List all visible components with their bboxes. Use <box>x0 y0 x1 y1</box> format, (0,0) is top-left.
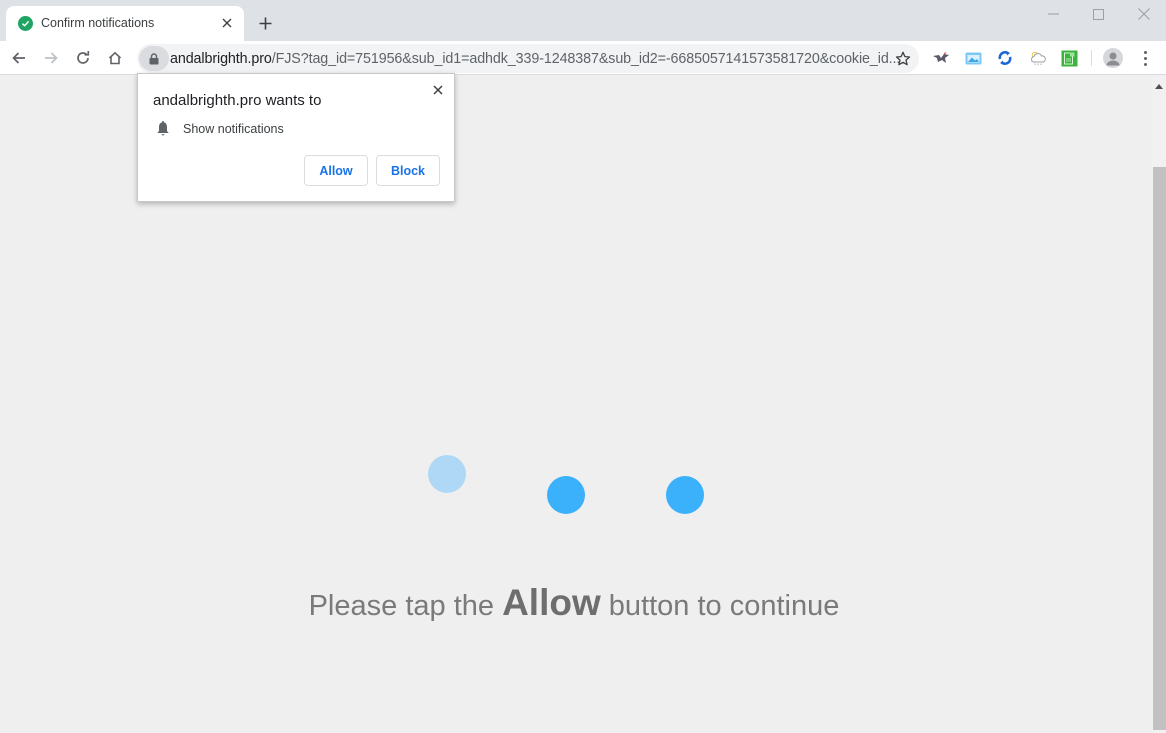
url-text[interactable]: andalbrighth.pro/FJS?tag_id=751956&sub_i… <box>170 51 900 67</box>
extension-image-icon <box>965 52 981 65</box>
block-button[interactable]: Block <box>376 155 440 186</box>
prompt-title: andalbrighth.pro wants to <box>153 92 322 109</box>
extension-bird-button[interactable] <box>931 49 951 67</box>
url-path: /FJS?tag_id=751956&sub_id1=adhdk_339-124… <box>271 51 901 67</box>
minimize-button[interactable] <box>1031 0 1076 28</box>
instruction-message: Please tap the Allow button to continue <box>0 582 1148 624</box>
new-tab-button[interactable] <box>254 12 276 34</box>
plus-icon <box>259 17 271 29</box>
extension-sync-button[interactable] <box>995 49 1015 67</box>
loader-dot-2 <box>547 476 585 514</box>
tab-strip: Confirm notifications <box>0 0 1166 41</box>
arrow-left-icon <box>12 52 25 64</box>
bell-icon <box>157 121 169 136</box>
extension-weather-icon <box>1031 51 1046 65</box>
kebab-dot <box>1143 62 1147 66</box>
loader-dot-1 <box>428 455 466 493</box>
maximize-icon <box>1093 8 1104 20</box>
extension-sync-icon <box>998 51 1012 65</box>
allow-button[interactable]: Allow <box>304 155 368 186</box>
window-close-button[interactable] <box>1121 0 1166 28</box>
extension-weather-button[interactable] <box>1028 49 1048 67</box>
url-host: andalbrighth.pro <box>170 51 272 67</box>
bookmark-button[interactable] <box>893 49 913 69</box>
address-bar[interactable]: andalbrighth.pro/FJS?tag_id=751956&sub_i… <box>137 44 919 73</box>
page-scrollbar[interactable] <box>1152 76 1166 733</box>
home-button[interactable] <box>103 46 127 70</box>
message-prefix: Please tap the <box>308 590 503 622</box>
back-button[interactable] <box>7 46 31 70</box>
extension-image-button[interactable] <box>963 49 983 67</box>
reload-icon <box>77 51 90 64</box>
kebab-dot <box>1143 50 1147 54</box>
maximize-button[interactable] <box>1076 0 1121 28</box>
minimize-icon <box>1048 13 1059 15</box>
extension-bird-icon <box>933 52 949 63</box>
forward-button[interactable] <box>39 46 63 70</box>
avatar-icon <box>1106 52 1120 66</box>
lock-icon <box>149 52 159 64</box>
reload-button[interactable] <box>71 46 95 70</box>
browser-toolbar: andalbrighth.pro/FJS?tag_id=751956&sub_i… <box>0 41 1166 75</box>
loader-dot-3 <box>666 476 704 514</box>
message-allow-emphasis: Allow <box>502 582 601 623</box>
tab-close-button[interactable] <box>218 14 236 32</box>
scrollbar-thumb[interactable] <box>1153 167 1166 730</box>
check-circle-icon <box>18 16 33 31</box>
extension-green-doc-icon <box>1061 50 1077 66</box>
site-info-button[interactable] <box>139 46 169 71</box>
close-icon <box>1137 8 1150 20</box>
triangle-up-icon <box>1155 83 1163 89</box>
star-icon <box>895 51 911 66</box>
kebab-dot <box>1143 56 1147 60</box>
scroll-up-button[interactable] <box>1152 80 1166 92</box>
extension-green-doc-button[interactable] <box>1059 49 1079 67</box>
arrow-right-icon <box>45 52 58 64</box>
message-suffix: button to continue <box>600 590 840 622</box>
close-icon <box>433 85 443 95</box>
toolbar-separator <box>1091 50 1092 66</box>
tab-title: Confirm notifications <box>41 16 155 30</box>
close-icon <box>222 18 232 28</box>
tab-confirm-notifications[interactable]: Confirm notifications <box>6 6 244 41</box>
permission-label: Show notifications <box>183 122 284 136</box>
profile-button[interactable] <box>1103 48 1123 68</box>
browser-menu-button[interactable] <box>1137 48 1153 68</box>
prompt-close-button[interactable] <box>430 82 446 98</box>
home-icon <box>108 51 122 65</box>
notification-permission-prompt: andalbrighth.pro wants to Show notificat… <box>137 73 455 202</box>
